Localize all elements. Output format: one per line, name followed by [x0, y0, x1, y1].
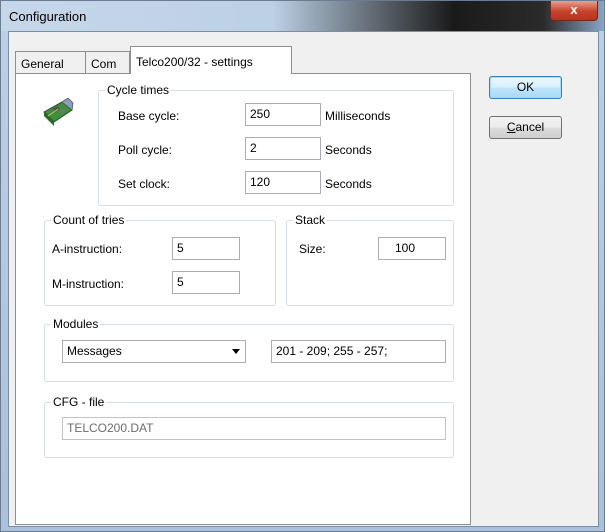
title-bar[interactable]: Configuration x: [1, 1, 604, 31]
close-icon: x: [570, 2, 578, 17]
stack-size-label: Size:: [299, 242, 326, 256]
window-title: Configuration: [9, 9, 87, 24]
base-cycle-input[interactable]: 250: [245, 103, 321, 126]
tab-com-label: Com: [91, 57, 117, 71]
set-clock-label: Set clock:: [118, 177, 171, 191]
set-clock-input[interactable]: 120: [245, 171, 321, 194]
a-instruction-label: A-instruction:: [52, 242, 123, 256]
stack-group: Stack: [286, 213, 454, 306]
configuration-window: Configuration x General Com Telco200/32 …: [0, 0, 605, 532]
count-of-tries-group: Count of tries: [44, 213, 276, 306]
modules-range-input[interactable]: 201 - 209; 255 - 257;: [271, 340, 446, 363]
close-button[interactable]: x: [550, 1, 598, 21]
dialog-client-area: General Com Telco200/32 - settings Cycle…: [8, 31, 599, 527]
a-instruction-input[interactable]: 5: [172, 237, 240, 260]
modules-select[interactable]: Messages: [62, 340, 246, 363]
cycle-times-legend: Cycle times: [105, 83, 172, 97]
base-cycle-label: Base cycle:: [118, 109, 180, 123]
base-cycle-unit: Milliseconds: [325, 109, 391, 123]
tab-panel: Cycle times Base cycle: 250 Milliseconds…: [15, 73, 471, 525]
set-clock-unit: Seconds: [325, 177, 372, 191]
modules-select-value: Messages: [67, 344, 122, 358]
poll-cycle-input[interactable]: 2: [245, 137, 321, 160]
tab-general-label: General: [21, 57, 64, 71]
tab-general[interactable]: General: [15, 51, 86, 73]
poll-cycle-unit: Seconds: [325, 143, 372, 157]
m-instruction-input[interactable]: 5: [172, 271, 240, 294]
cancel-button-label: ancel: [515, 120, 545, 134]
network-card-icon: [40, 97, 74, 128]
count-of-tries-legend: Count of tries: [51, 213, 127, 227]
m-instruction-label: M-instruction:: [52, 277, 125, 291]
modules-legend: Modules: [51, 317, 101, 331]
chevron-down-icon[interactable]: [232, 349, 240, 354]
cancel-button[interactable]: Cancel: [489, 116, 562, 139]
stack-legend: Stack: [293, 213, 328, 227]
poll-cycle-label: Poll cycle:: [118, 143, 173, 157]
cfg-file-legend: CFG - file: [51, 395, 107, 409]
ok-button-label: OK: [516, 80, 535, 94]
stack-size-input[interactable]: 100: [378, 237, 446, 260]
tab-com[interactable]: Com: [85, 51, 130, 73]
ok-button[interactable]: OK: [489, 76, 562, 99]
tab-telco-settings-label: Telco200/32 - settings: [136, 55, 253, 69]
tab-telco-settings[interactable]: Telco200/32 - settings: [130, 46, 292, 74]
cfg-file-input: TELCO200.DAT: [62, 417, 446, 440]
